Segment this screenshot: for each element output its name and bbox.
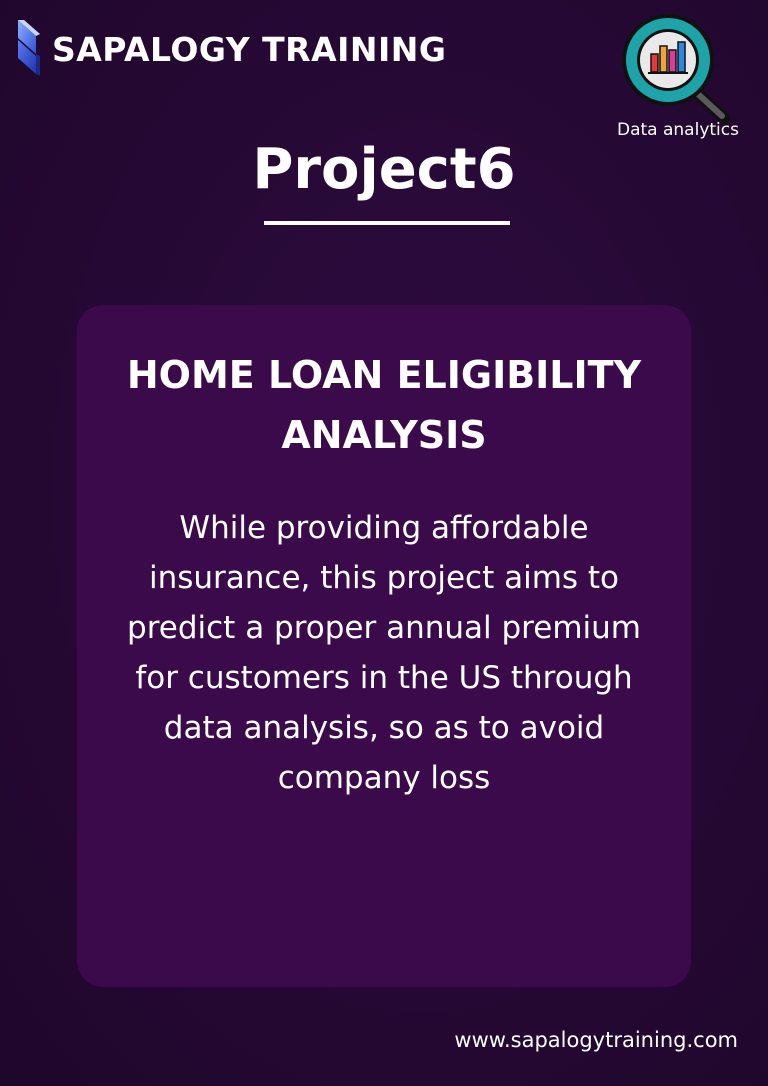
brand: SAPALOGY TRAINING <box>14 18 447 80</box>
magnifier-bar-chart-icon <box>622 14 730 124</box>
card-title: HOME LOAN ELIGIBILITY ANALYSIS <box>126 353 642 457</box>
brand-logo-icon <box>18 20 40 76</box>
brand-name: SAPALOGY TRAINING <box>52 29 447 69</box>
project-title: Project6 <box>252 137 516 202</box>
website-link[interactable]: www.sapalogytraining.com <box>454 1028 738 1052</box>
project-card: HOME LOAN ELIGIBILITY ANALYSIS While pro… <box>77 305 691 987</box>
title-underline <box>264 221 510 225</box>
data-analytics-badge: Data analytics <box>608 12 748 140</box>
card-description: While providing affordable insurance, th… <box>127 510 641 796</box>
